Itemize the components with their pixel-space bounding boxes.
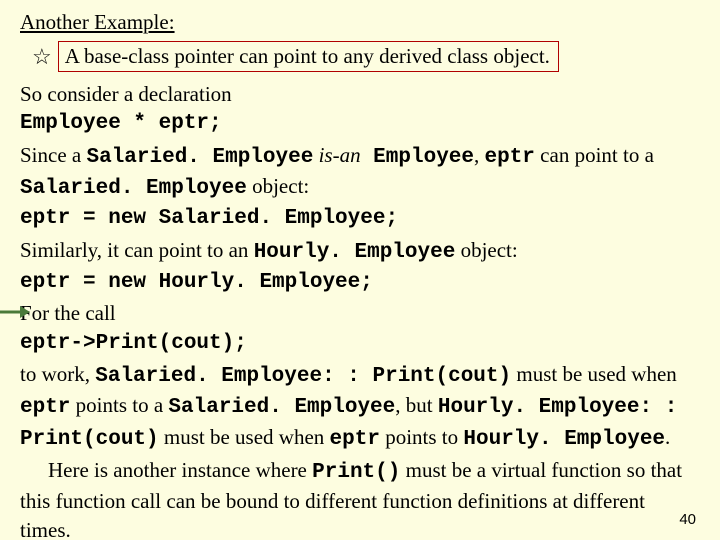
t: is-an: [313, 143, 360, 167]
code-decl: Employee * eptr;: [20, 110, 700, 138]
t: Hourly. Employee: [254, 241, 456, 264]
line-1: So consider a declaration: [20, 80, 700, 108]
code-assign-hourly: eptr = new Hourly. Employee;: [20, 269, 700, 297]
arrow-icon: [0, 305, 30, 319]
t: points to: [380, 425, 463, 449]
t: Salaried. Employee: [86, 146, 313, 169]
t: object:: [247, 174, 309, 198]
t: eptr: [20, 396, 70, 419]
t: must be used when: [159, 425, 330, 449]
t: Salaried. Employee: : Print(cout): [95, 365, 511, 388]
slide: Another Example: ☆ A base-class pointer …: [0, 0, 720, 540]
code-assign-salaried: eptr = new Salaried. Employee;: [20, 205, 700, 233]
line-3: Similarly, it can point to an Hourly. Em…: [20, 236, 700, 267]
t: Print(): [312, 461, 400, 484]
t: to work,: [20, 362, 95, 386]
line-4: For the call: [20, 299, 700, 327]
line-5: to work, Salaried. Employee: : Print(cou…: [20, 360, 700, 454]
t: Hourly. Employee: [463, 428, 665, 451]
t: can point to a: [535, 143, 654, 167]
t: Salaried. Employee: [20, 177, 247, 200]
t: Salaried. Employee: [168, 396, 395, 419]
t: ,: [474, 143, 485, 167]
section-title: Another Example:: [20, 10, 700, 35]
boxed-rule: A base-class pointer can point to any de…: [58, 41, 559, 72]
t: Similarly, it can point to an: [20, 238, 254, 262]
body-text: So consider a declaration Employee * ept…: [20, 80, 700, 544]
t: Here is another instance where: [48, 458, 312, 482]
line-6: Here is another instance where Print() m…: [20, 456, 700, 544]
t: Employee: [361, 146, 474, 169]
t: Since a: [20, 143, 86, 167]
t: .: [665, 425, 670, 449]
page-number: 40: [679, 511, 696, 528]
line-2: Since a Salaried. Employee is-an Employe…: [20, 141, 700, 204]
t: points to a: [70, 393, 168, 417]
t: object:: [455, 238, 517, 262]
t: must be used when: [511, 362, 677, 386]
t: eptr: [485, 146, 535, 169]
boxed-rule-row: ☆ A base-class pointer can point to any …: [32, 41, 700, 72]
code-call-print: eptr->Print(cout);: [20, 330, 700, 358]
star-icon: ☆: [32, 46, 52, 68]
t: eptr: [330, 428, 380, 451]
t: , but: [395, 393, 438, 417]
